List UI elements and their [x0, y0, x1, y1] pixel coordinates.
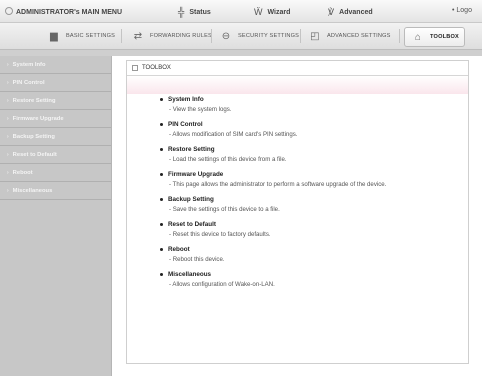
- list-item: System Info - View the system logs.: [160, 94, 468, 119]
- panel-title: TOOLBOX: [142, 65, 171, 71]
- tab-basic-settings[interactable]: ▆ BASIC SETTINGS: [46, 27, 115, 45]
- entry-description: - Allows configuration of Wake-on-LAN.: [169, 281, 275, 288]
- top-menu-bar: ADMINISTRATOR's MAIN MENU ╬ Status Ẅ Wiz…: [0, 0, 482, 23]
- toolbox-sidebar: › System Info › PIN Control › Restore Setti…: [0, 56, 112, 376]
- entry-description: - Allows modification of SIM card's PIN …: [169, 131, 298, 138]
- main-menu-title: ADMINISTRATOR's MAIN MENU: [5, 7, 122, 16]
- entry-title: Backup Setting: [168, 195, 214, 203]
- sidebar-item-system-info[interactable]: › System Info: [0, 56, 111, 74]
- bullet-icon: [160, 272, 163, 276]
- entry-title: PIN Control: [168, 120, 203, 128]
- advanced-settings-icon: ◰: [310, 30, 320, 42]
- forwarding-rules-icon: ⇄: [133, 30, 143, 42]
- sidebar-item-pin-control[interactable]: › PIN Control: [0, 74, 111, 92]
- list-item: Miscellaneous - Allows configuration of …: [160, 269, 468, 294]
- main-content: TOOLBOX System Info - View the system lo…: [112, 56, 482, 376]
- panel-gradient-band: [127, 76, 468, 94]
- bullet-icon: [160, 147, 163, 151]
- chevron-right-icon: ›: [7, 151, 9, 158]
- bullet-icon: [160, 247, 163, 251]
- panel-square-icon: [132, 65, 138, 71]
- entry-description: - Reset this device to factory defaults.: [169, 231, 271, 238]
- entry-title: Restore Setting: [168, 145, 215, 153]
- chevron-right-icon: ›: [7, 79, 9, 86]
- bullet-icon: [160, 172, 163, 176]
- toolbox-entries: System Info - View the system logs. PIN …: [127, 94, 468, 294]
- chevron-right-icon: ›: [7, 187, 9, 194]
- entry-description: - Save the settings of this device to a …: [169, 206, 280, 213]
- bullet-icon: [160, 97, 163, 101]
- bullet-icon: [160, 222, 163, 226]
- tab-security-settings[interactable]: ⊖ SECURITY SETTINGS: [218, 27, 299, 45]
- entry-description: - This page allows the administrator to …: [169, 181, 387, 188]
- advanced-icon: ℣: [328, 7, 335, 17]
- tab-divider: [211, 29, 212, 43]
- list-item: Restore Setting - Load the settings of t…: [160, 144, 468, 169]
- list-item: Reboot - Reboot this device.: [160, 244, 468, 269]
- logout-link[interactable]: • Logo: [452, 7, 472, 14]
- tab-toolbox[interactable]: ⌂ TOOLBOX: [404, 27, 465, 47]
- chevron-right-icon: ›: [7, 115, 9, 122]
- toolbox-panel: TOOLBOX System Info - View the system lo…: [126, 60, 469, 364]
- list-item: PIN Control - Allows modification of SIM…: [160, 119, 468, 144]
- entry-description: - Reboot this device.: [169, 256, 225, 263]
- security-settings-icon: ⊖: [221, 30, 231, 42]
- settings-tab-bar: ▆ BASIC SETTINGS ⇄ FORWARDING RULES ⊖ SE…: [0, 23, 482, 50]
- entry-title: Miscellaneous: [168, 270, 212, 278]
- panel-header: TOOLBOX: [127, 61, 468, 76]
- sidebar-item-reboot[interactable]: › Reboot: [0, 164, 111, 182]
- entry-title: System Info: [168, 95, 204, 103]
- tab-divider: [121, 29, 122, 43]
- wizard-icon: Ẅ: [254, 7, 263, 17]
- chevron-right-icon: ›: [7, 61, 9, 68]
- list-item: Firmware Upgrade - This page allows the …: [160, 169, 468, 194]
- list-item: Backup Setting - Save the settings of th…: [160, 194, 468, 219]
- tab-divider: [300, 29, 301, 43]
- nav-status[interactable]: ╬ Status: [178, 7, 211, 17]
- tab-forwarding-rules[interactable]: ⇄ FORWARDING RULES: [130, 27, 212, 45]
- entry-title: Firmware Upgrade: [168, 170, 224, 178]
- tab-advanced-settings[interactable]: ◰ ADVANCED SETTINGS: [307, 27, 391, 45]
- tab-divider: [399, 29, 400, 43]
- sidebar-item-miscellaneous[interactable]: › Miscellaneous: [0, 182, 111, 200]
- chevron-right-icon: ›: [7, 133, 9, 140]
- entry-description: - Load the settings of this device from …: [169, 156, 287, 163]
- entry-description: - View the system logs.: [169, 106, 232, 113]
- bullet-icon: [160, 197, 163, 201]
- nav-wizard[interactable]: Ẅ Wizard: [254, 7, 290, 17]
- entry-title: Reset to Default: [168, 220, 216, 228]
- chevron-right-icon: ›: [7, 169, 9, 176]
- entry-title: Reboot: [168, 245, 190, 253]
- nav-advanced[interactable]: ℣ Advanced: [328, 7, 373, 18]
- sidebar-item-restore-setting[interactable]: › Restore Setting: [0, 92, 111, 110]
- menu-bullet-icon: [5, 7, 13, 15]
- sidebar-item-firmware-upgrade[interactable]: › Firmware Upgrade: [0, 110, 111, 128]
- status-icon: ╬: [178, 7, 185, 17]
- list-item: Reset to Default - Reset this device to …: [160, 219, 468, 244]
- basic-settings-icon: ▆: [50, 30, 58, 42]
- sidebar-item-reset-to-default[interactable]: › Reset to Default: [0, 146, 111, 164]
- toolbox-icon: ⌂: [414, 31, 422, 43]
- sidebar-item-backup-setting[interactable]: › Backup Setting: [0, 128, 111, 146]
- bullet-icon: [160, 122, 163, 126]
- chevron-right-icon: ›: [7, 97, 9, 104]
